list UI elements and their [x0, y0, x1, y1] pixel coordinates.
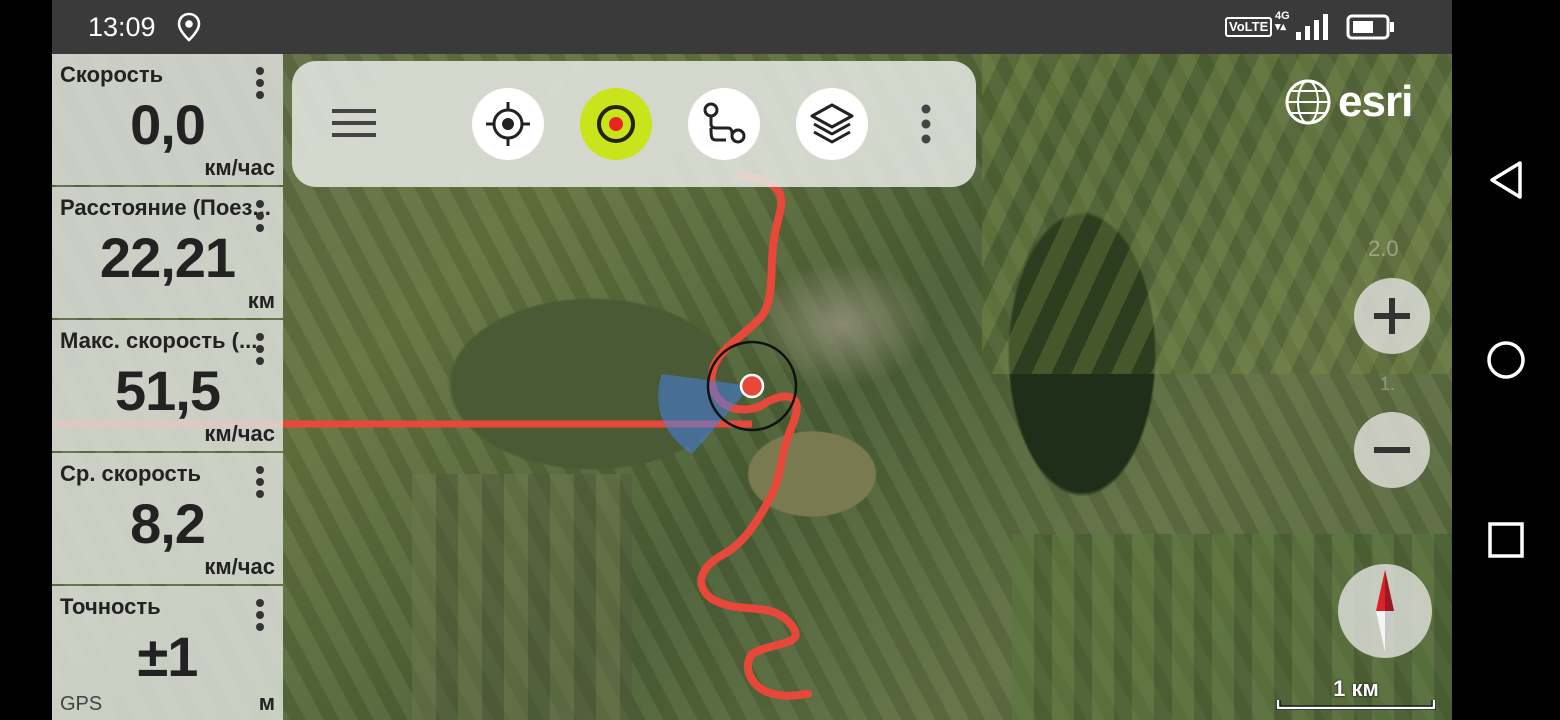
widget-title: Ср. скорость	[60, 461, 202, 486]
esri-logo: esri	[1284, 76, 1413, 128]
volte-badge: VoLTE	[1225, 17, 1273, 37]
widget-title: Скорость	[60, 62, 164, 87]
compass-needle-icon	[1376, 570, 1394, 652]
record-dot-icon	[597, 105, 635, 143]
widget-unit: км/час	[204, 554, 275, 579]
widget-max-speed[interactable]: Макс. скорость (... 51,5 км/час	[52, 320, 283, 451]
status-bar: 13:09 VoLTE 4G ▾▴	[52, 0, 1452, 54]
widget-distance[interactable]: Расстояние (Поез... 22,21 км	[52, 187, 283, 318]
widget-title: Расстояние (Поез...	[60, 195, 271, 220]
hamburger-menu-icon[interactable]	[332, 106, 376, 140]
esri-wordmark: esri	[1338, 77, 1413, 126]
zoom-hint-label: 1.	[1380, 374, 1396, 394]
vertical-dots-icon[interactable]	[914, 101, 938, 147]
my-location-button[interactable]	[472, 88, 544, 160]
map-scale: 1 км	[1276, 676, 1436, 716]
plus-icon	[1374, 298, 1410, 334]
status-time: 13:09	[88, 12, 156, 42]
widget-avg-speed[interactable]: Ср. скорость 8,2 км/час	[52, 453, 283, 584]
widget-unit: км/час	[204, 155, 275, 180]
scale-bar	[1276, 700, 1436, 710]
recents-square-icon[interactable]	[1486, 520, 1526, 560]
network-type: 4G ▾▴	[1275, 10, 1290, 33]
widget-title: Макс. скорость (...	[60, 328, 258, 353]
route-path-icon	[703, 102, 746, 144]
stats-panel: Скорость 0,0 км/час Расстояние (Поез... …	[52, 54, 283, 720]
location-pin-icon	[177, 12, 201, 42]
layers-button[interactable]	[796, 88, 868, 160]
widget-unit: км	[247, 288, 275, 313]
zoom-in-button[interactable]	[1354, 278, 1430, 354]
layers-icon	[810, 103, 854, 144]
widget-speed[interactable]: Скорость 0,0 км/час	[52, 54, 283, 185]
crosshair-target-icon	[486, 102, 530, 146]
widget-title: Точность	[60, 594, 161, 619]
home-circle-icon[interactable]	[1486, 340, 1526, 380]
minus-icon	[1374, 447, 1410, 453]
track-line	[697, 172, 812, 700]
system-nav-bar	[1452, 0, 1560, 720]
widget-value: 22,21	[99, 226, 236, 289]
widget-value: 51,5	[115, 359, 221, 422]
compass-button[interactable]	[1338, 564, 1432, 658]
signal-bars-icon	[1296, 14, 1328, 40]
battery-icon	[1346, 14, 1394, 40]
record-track-button[interactable]	[580, 88, 652, 160]
widget-value: ±1	[137, 625, 199, 688]
widget-value: 8,2	[130, 492, 206, 555]
tracks-button[interactable]	[688, 88, 760, 160]
back-triangle-icon[interactable]	[1486, 160, 1526, 200]
widget-value: 0,0	[130, 93, 206, 156]
zoom-out-button[interactable]	[1354, 412, 1430, 488]
heading-cone	[658, 374, 751, 454]
zoom-hint-label: 2.0	[1368, 236, 1399, 261]
widget-unit: м	[258, 690, 275, 715]
widget-unit: км/час	[204, 421, 275, 446]
position-dot	[739, 373, 765, 399]
widget-source: GPS	[60, 693, 103, 715]
widget-accuracy[interactable]: Точность ±1 GPS м	[52, 586, 283, 720]
map-toolbar	[292, 61, 976, 187]
screen-left-border	[0, 0, 52, 720]
scale-label: 1 км	[1333, 676, 1379, 701]
globe-icon	[1285, 79, 1331, 125]
